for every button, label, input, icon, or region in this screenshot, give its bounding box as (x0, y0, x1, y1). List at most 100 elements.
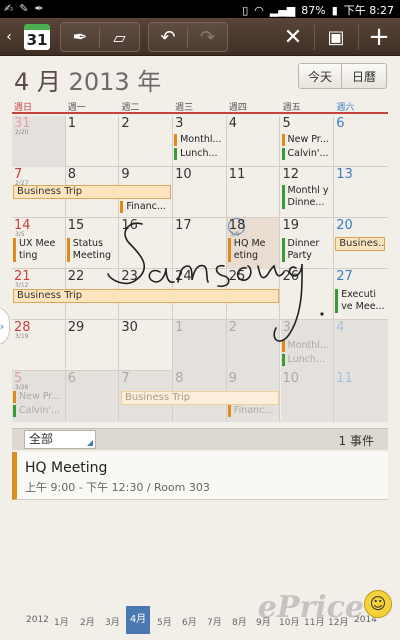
day-cell[interactable]: 19 Dinner Party (281, 218, 335, 269)
event-item[interactable]: Status Meeting (66, 238, 117, 262)
event-item[interactable]: HQ Me eting (227, 238, 278, 262)
event-item[interactable]: Monthl y Dinne... (281, 185, 332, 209)
day-number: 6 (336, 116, 345, 131)
month-item[interactable]: 6月 (182, 615, 197, 628)
day-cell[interactable]: 4 (227, 116, 281, 167)
event-item[interactable]: New Pr... (281, 134, 332, 146)
save-icon[interactable]: ▣ (320, 18, 352, 56)
day-cell[interactable]: 29 (66, 320, 120, 371)
eraser-tool-icon[interactable]: ▱ (100, 28, 139, 47)
day-cell[interactable]: 28 3/19 (12, 320, 66, 371)
back-icon[interactable]: ‹ (2, 18, 16, 56)
lunar-date: 3/19 (15, 333, 29, 340)
day-number: 2 (121, 116, 130, 131)
day-cell[interactable]: 14 3/5 UX Mee ting (12, 218, 66, 269)
weekday-label: 週一 (67, 103, 86, 113)
event-item[interactable]: Calvin'... (13, 405, 63, 417)
day-cell[interactable]: 30 (119, 320, 174, 371)
event-item[interactable]: Dinner Party (281, 238, 332, 262)
day-number: 26 (282, 269, 300, 284)
day-cell[interactable]: 12 Monthl y Dinne... (281, 167, 335, 218)
day-cell[interactable]: 1 (173, 320, 227, 371)
event-item[interactable]: Calvin'... (281, 148, 332, 160)
month-item[interactable]: 8月 (232, 615, 247, 628)
day-cell[interactable]: 2 (226, 320, 281, 371)
weekday-label: 週三 (175, 103, 194, 113)
month-item-selected[interactable]: 4月 (126, 606, 150, 634)
event-item[interactable]: Lunch... (174, 148, 224, 160)
day-cell[interactable]: 5 New Pr... Calvin'... (281, 116, 335, 167)
day-cell[interactable]: 1 (66, 116, 120, 167)
day-cell[interactable]: 10 (280, 371, 335, 422)
weekday-header: 週日 週一 週二 週三 週四 週五 週六 (12, 100, 388, 114)
redo-icon[interactable]: ↷ (188, 27, 227, 48)
year-prev[interactable]: 2012 (26, 615, 49, 625)
day-cell[interactable]: 2 (119, 116, 174, 167)
event-item[interactable]: UX Mee ting (13, 238, 63, 262)
calendar-filter-dropdown[interactable]: 全部 (24, 430, 96, 449)
day-cell[interactable]: 3 Monthl... Lunch... (280, 320, 335, 371)
event-item[interactable]: New Pr... (13, 391, 63, 403)
month-item[interactable]: 3月 (105, 615, 120, 628)
month-item[interactable]: 5月 (157, 615, 172, 628)
business-trip-bar[interactable]: Business Trip (13, 289, 279, 303)
day-cell[interactable]: 5 3/26 New Pr... Calvin'... (12, 371, 66, 422)
lunar-date: 3/12 (15, 282, 29, 289)
event-title: HQ Meeting (25, 460, 108, 476)
weekday-label: 週二 (121, 103, 140, 113)
day-number: 1 (175, 320, 184, 335)
toolbar-divider (314, 24, 315, 50)
agenda-button[interactable]: 日曆 (341, 63, 387, 89)
day-cell[interactable]: 20 Busines... (334, 218, 388, 269)
day-cell[interactable]: 27 Executi ve Mee... (334, 269, 388, 320)
event-list-item[interactable]: HQ Meeting 上午 9:00 - 下午 12:30 / Room 303 (12, 452, 388, 500)
lunar-date: 3/26 (15, 384, 29, 391)
event-filter-bar: 全部 1 事件 (12, 428, 388, 450)
day-cell[interactable]: 13 (334, 167, 388, 218)
month-item[interactable]: 2月 (80, 615, 95, 628)
event-item[interactable]: Monthl... (174, 134, 224, 146)
calendar-app-button[interactable]: 31 (20, 18, 54, 56)
toolbar: ‹ 31 ✒ ▱ ↶ ↷ ✕ ▣ + (0, 18, 400, 56)
wifi-icon: ◠ (254, 3, 264, 17)
event-item[interactable]: Monthl... (281, 340, 332, 352)
event-item[interactable]: Lunch... (281, 354, 332, 366)
event-item[interactable]: Financ... (227, 405, 278, 417)
today-button[interactable]: 今天 (298, 63, 342, 89)
day-cell[interactable]: 6 (65, 371, 120, 422)
add-icon[interactable]: + (364, 18, 394, 56)
day-cell[interactable]: 3 Monthl... Lunch... (173, 116, 227, 167)
year-label: 2013 年 (68, 68, 162, 96)
day-number: 8 (175, 371, 184, 386)
undo-icon[interactable]: ↶ (149, 26, 189, 48)
business-trip-bar[interactable]: Business Trip (13, 185, 171, 199)
month-item[interactable]: 1月 (54, 615, 69, 628)
day-cell[interactable]: 6 (334, 116, 388, 167)
day-cell[interactable]: 11 (334, 371, 388, 422)
lunar-date: 2/20 (15, 129, 29, 136)
day-cell[interactable]: 16 (119, 218, 174, 269)
event-item[interactable]: Executi ve Mee... (335, 289, 385, 313)
day-cell[interactable]: 4 (334, 320, 388, 371)
lunar-date: 3/9 (229, 231, 240, 238)
pen-tool-icon[interactable]: ✒ (61, 26, 101, 48)
page-title: 4 月 2013 年 (14, 62, 161, 97)
side-panel-handle[interactable]: › (0, 306, 10, 346)
month-grid: 31 2/20 1 2 3 Monthl... Lunch... 4 5 New … (12, 116, 388, 422)
day-number: 4 (336, 320, 345, 335)
smiley-icon: ☺ (364, 590, 392, 618)
day-cell[interactable]: 31 2/20 (12, 116, 66, 167)
day-cell[interactable]: 10 (173, 167, 227, 218)
month-item[interactable]: 7月 (207, 615, 222, 628)
day-number: 10 (282, 371, 300, 386)
business-trip-bar[interactable]: Busines... (335, 237, 386, 251)
close-icon[interactable]: ✕ (278, 18, 308, 56)
day-cell[interactable]: 17 (173, 218, 227, 269)
today-cell[interactable]: 18 3/9 HQ Me eting (226, 218, 281, 269)
day-cell[interactable]: 15 Status Meeting (66, 218, 120, 269)
business-trip-bar[interactable]: Business Trip (121, 391, 279, 405)
event-item[interactable]: Financ... (120, 201, 170, 213)
day-cell[interactable]: 11 (227, 167, 281, 218)
week-row: 5 3/26 New Pr... Calvin'... 6 7 8 9 Finan… (12, 371, 388, 422)
day-cell[interactable]: 26 (281, 269, 335, 320)
